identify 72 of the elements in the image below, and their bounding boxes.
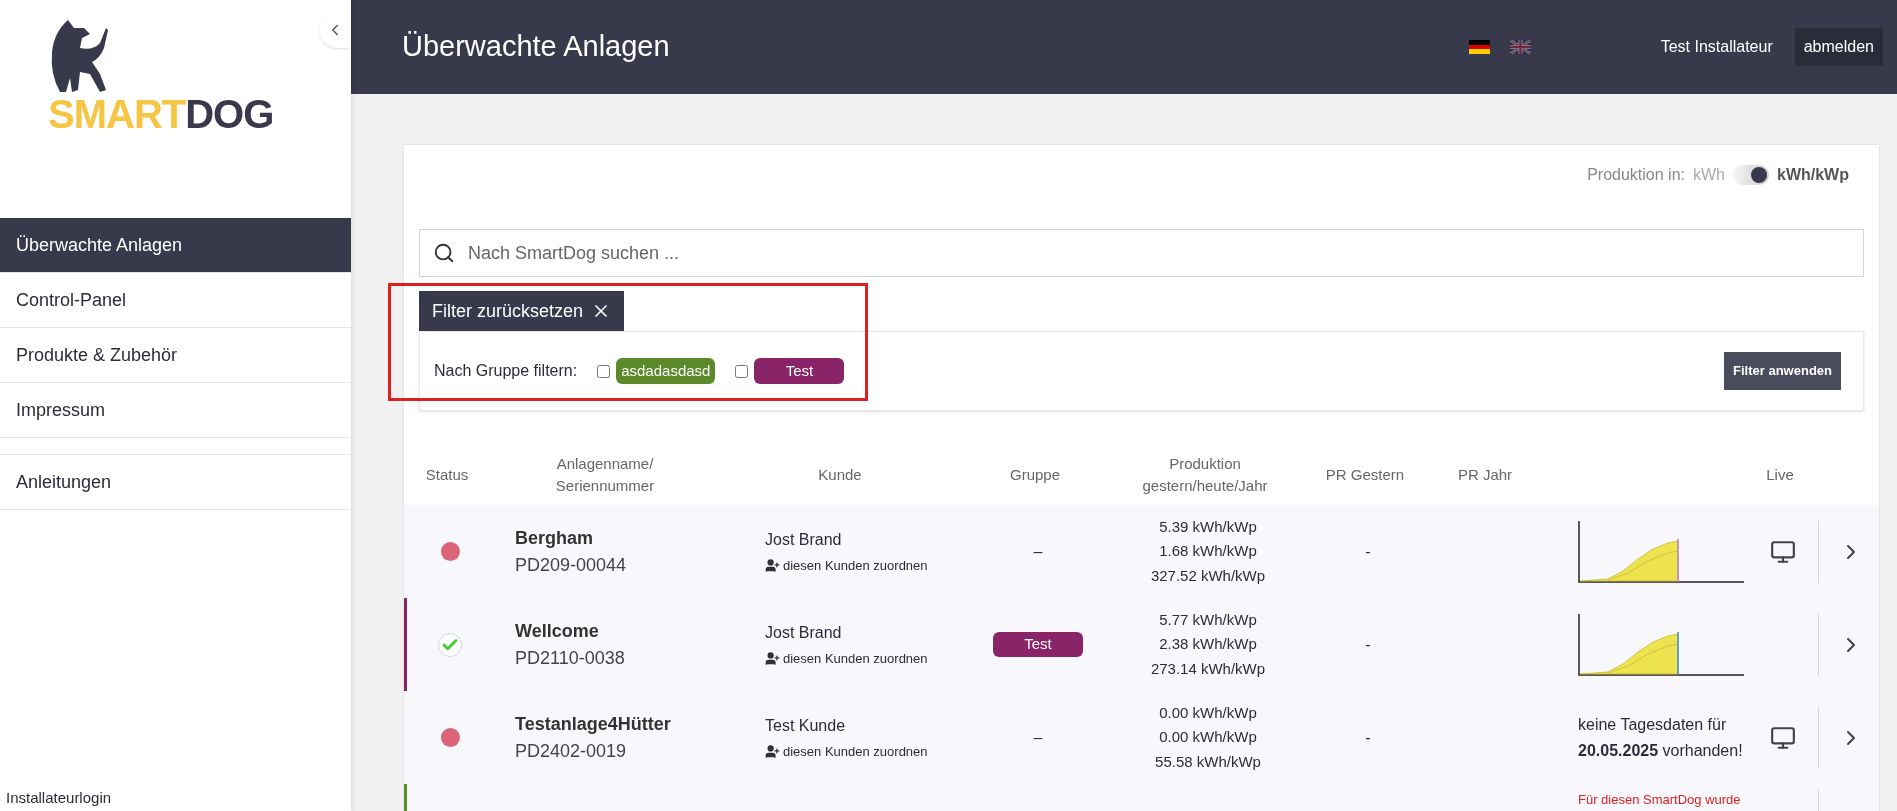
group-tag: Test [754, 357, 845, 385]
plant-name: Testanlage4Hütter [515, 712, 672, 736]
add-user-icon [765, 744, 780, 759]
serial-number: PD2110-0038 [515, 646, 626, 670]
group-tag: asdadasdasd [616, 357, 716, 385]
customer-name: Jost Brand [765, 622, 843, 643]
plant-row[interactable]: Testanlage4Hütter PD2402-0019 Test Kunde diesen Kunden zuordnen – 0.00 kWh/kWp 0.00 kWh/kWp 55.58 kWh/kWp - keine Tagesdaten für 20.05.2025 vorhanden! [404, 691, 1879, 784]
filter-label: Nach Gruppe filtern: [434, 361, 578, 381]
production-value: 0.00 kWh/kWp [1159, 727, 1257, 748]
german-flag-icon[interactable] [1468, 40, 1490, 54]
monitor-icon[interactable] [1770, 724, 1796, 751]
installer-login-link[interactable]: Installateurlogin [0, 786, 351, 809]
column-header: Kunde [817, 464, 863, 485]
assign-customer-link[interactable]: diesen Kunden zuordnen [765, 741, 963, 762]
logout-button[interactable]: abmelden [1794, 28, 1883, 66]
logo-text: SMART [48, 94, 186, 134]
column-header: PR Jahr [1456, 464, 1514, 485]
plant-name: Wellcome [515, 619, 600, 643]
serial-number: PD2402-0019 [515, 739, 628, 763]
production-value: 0.00 kWh/kWp [1159, 702, 1257, 723]
no-data-note: keine Tagesdaten für 20.05.2025 vorhanden! [1578, 714, 1744, 761]
unit-label: Produktion in: [1587, 165, 1685, 185]
production-value: 55.58 kWh/kWp [1155, 751, 1261, 772]
production-value: 5.77 kWh/kWp [1159, 609, 1257, 630]
assign-customer-link[interactable]: diesen Kunden zuordnen [765, 648, 963, 669]
unit-option: kWh/kWp [1777, 163, 1849, 187]
sidebar-item[interactable]: Impressum [0, 383, 351, 438]
production-value: 327.52 kWh/kWp [1150, 565, 1266, 586]
unit-option: kWh [1693, 163, 1725, 187]
logo-text: DOG [185, 94, 274, 134]
pr-yesterday-value: - [1365, 727, 1371, 748]
apply-filter-button[interactable]: Filter anwenden [1724, 352, 1841, 390]
group-value: – [1033, 541, 1043, 562]
serial-number: PD209-00044 [515, 553, 628, 577]
plant-row[interactable]: Wellcome PD2110-0038 Jost Brand diesen Kunden zuordnen Test 5.77 kWh/kWp 2.38 kWh/kWp 273.14 kWh/kWp - [404, 598, 1879, 691]
group-tag: Test [993, 632, 1083, 657]
group-checkbox[interactable] [735, 364, 749, 378]
pr-yesterday-value: - [1365, 634, 1371, 655]
group-checkbox[interactable] [597, 364, 611, 378]
customer-name: Jost Brand [765, 529, 843, 550]
portal-deactivated-warning: Für diesen SmartDog wurde [1578, 791, 1741, 809]
group-value: – [1033, 727, 1043, 748]
column-header: Gruppe [1008, 464, 1061, 485]
unit-toggle-switch[interactable] [1733, 165, 1769, 185]
user-name: Test Installateur [1660, 37, 1773, 57]
production-value: 273.14 kWh/kWp [1150, 658, 1266, 679]
reset-filter-tab[interactable]: Filter zurücksetzen [419, 291, 625, 331]
search-field[interactable]: Nach SmartDog suchen ... [419, 229, 1864, 277]
sidebar-item[interactable]: Anleitungen [0, 455, 351, 510]
sidebar-item[interactable]: Produkte & Zubehör [0, 328, 351, 383]
production-value: 5.39 kWh/kWp [1159, 516, 1257, 537]
column-header: Anlagenname/ Seriennummer [554, 453, 656, 496]
column-header: Status [424, 464, 470, 485]
page-title: Überwachte Anlagen [402, 29, 670, 65]
production-value: 2.38 kWh/kWp [1159, 634, 1257, 655]
add-user-icon [765, 651, 780, 666]
plant-row[interactable]: Für diesen SmartDog wurde [404, 784, 1879, 811]
search-icon [433, 242, 455, 264]
assign-customer-link[interactable]: diesen Kunden zuordnen [765, 555, 963, 576]
production-value: 1.68 kWh/kWp [1159, 541, 1257, 562]
ok-check-icon [438, 632, 462, 657]
column-header: Produktion gestern/heute/Jahr [1141, 453, 1269, 496]
sidebar-item[interactable]: Überwachte Anlagen [0, 218, 351, 273]
plant-row[interactable]: Bergham PD209-00044 Jost Brand diesen Kunden zuordnen – 5.39 kWh/kWp 1.68 kWh/kWp 327.52 kWh/kWp - [404, 505, 1879, 598]
monitor-icon[interactable] [1770, 538, 1796, 565]
customer-name: Test Kunde [765, 715, 847, 736]
plant-name: Bergham [515, 526, 595, 550]
sidebar-item[interactable]: Control-Panel [0, 273, 351, 328]
pr-yesterday-value: - [1365, 541, 1371, 562]
add-user-icon [765, 558, 780, 573]
column-header: Live [1765, 464, 1795, 485]
column-header: PR Gestern [1324, 464, 1406, 485]
